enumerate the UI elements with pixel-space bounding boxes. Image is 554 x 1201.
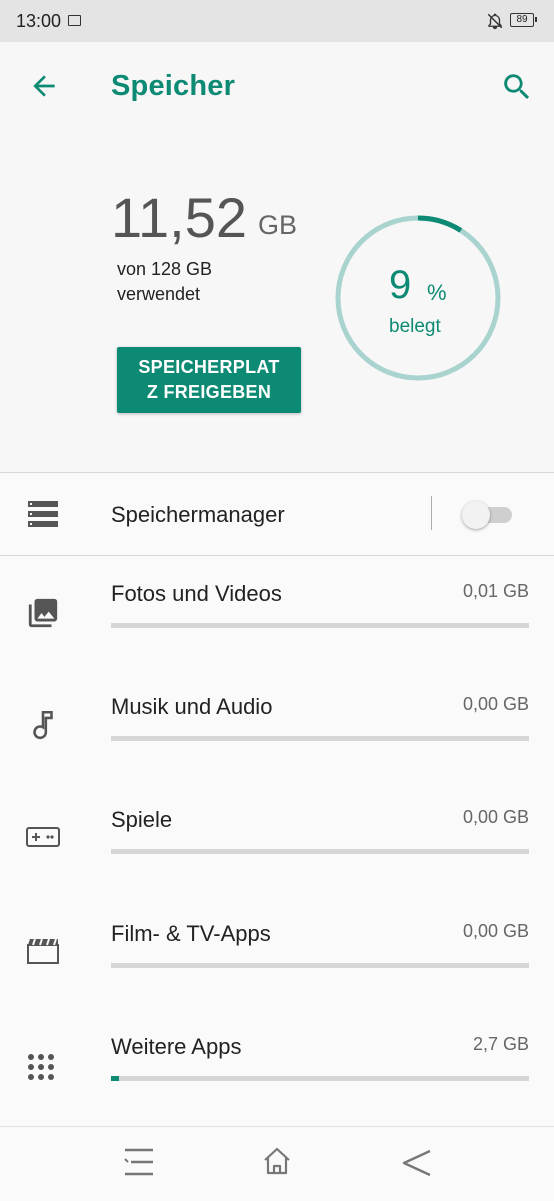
category-usage-fill [111, 1076, 120, 1081]
storage-manager-toggle[interactable] [462, 500, 514, 530]
category-label: Weitere Apps [111, 1034, 242, 1059]
percent-used-label: belegt [389, 316, 441, 337]
battery-indicator: 89 [510, 13, 537, 27]
free-up-space-label-line2: Z FREIGEBEN [146, 382, 272, 402]
used-storage-value: 11,52 [111, 186, 247, 249]
photo-library-icon [28, 598, 58, 628]
category-usage-bar [111, 623, 529, 628]
category-size: 0,00 GB [462, 694, 529, 714]
toggle-thumb [462, 501, 490, 529]
used-label: verwendet [117, 284, 201, 304]
category-row-games[interactable]: Spiele 0,00 GB [0, 807, 554, 921]
category-usage-bar [111, 963, 529, 968]
apps-grid-icon [28, 1054, 54, 1080]
category-size: 0,01 GB [462, 581, 529, 601]
storage-manager-label: Speichermanager [111, 502, 285, 527]
battery-level: 89 [516, 14, 528, 25]
percent-sign: % [427, 280, 447, 305]
image-notification-icon [68, 15, 81, 26]
recent-apps-icon[interactable] [123, 1147, 155, 1177]
gamepad-icon [26, 827, 60, 847]
divider [0, 555, 554, 556]
search-icon[interactable] [500, 70, 534, 104]
used-storage-unit: GB [258, 210, 298, 240]
percent-used-value: 9 [389, 263, 412, 307]
divider [0, 472, 554, 473]
storage-manager-icon [28, 501, 58, 527]
app-bar: Speicher [0, 42, 554, 132]
category-usage-bar [111, 736, 529, 741]
nav-back-icon[interactable] [400, 1147, 432, 1179]
total-storage-label: von 128 GB [117, 259, 213, 279]
category-row-movies[interactable]: Film- & TV-Apps 0,00 GB [0, 921, 554, 1035]
status-time: 13:00 [16, 11, 62, 31]
bell-off-icon [487, 13, 503, 30]
category-size: 0,00 GB [462, 807, 529, 827]
music-note-icon [33, 710, 53, 740]
category-row-photos[interactable]: Fotos und Videos 0,01 GB [0, 581, 554, 695]
storage-manager-separator [431, 496, 432, 530]
category-size: 2,7 GB [472, 1034, 529, 1054]
category-label: Fotos und Videos [111, 581, 282, 606]
category-size: 0,00 GB [462, 921, 529, 941]
category-label: Spiele [111, 807, 173, 832]
category-label: Film- & TV-Apps [111, 921, 271, 946]
category-usage-bar [111, 1076, 529, 1081]
category-row-music[interactable]: Musik und Audio 0,00 GB [0, 694, 554, 808]
status-bar: 13:00 89 [0, 0, 554, 42]
usage-ring-track [335, 215, 501, 381]
home-icon[interactable] [261, 1145, 293, 1177]
movie-icon [27, 938, 59, 964]
free-up-space-button[interactable]: SPEICHERPLAT Z FREIGEBEN [117, 347, 301, 413]
back-arrow-icon[interactable] [28, 70, 60, 102]
usage-ring [335, 215, 501, 381]
page-title: Speicher [111, 70, 236, 102]
system-nav-bar [0, 1126, 554, 1201]
category-label: Musik und Audio [111, 694, 273, 719]
category-usage-bar [111, 849, 529, 854]
free-up-space-label-line1: SPEICHERPLAT [138, 357, 280, 377]
